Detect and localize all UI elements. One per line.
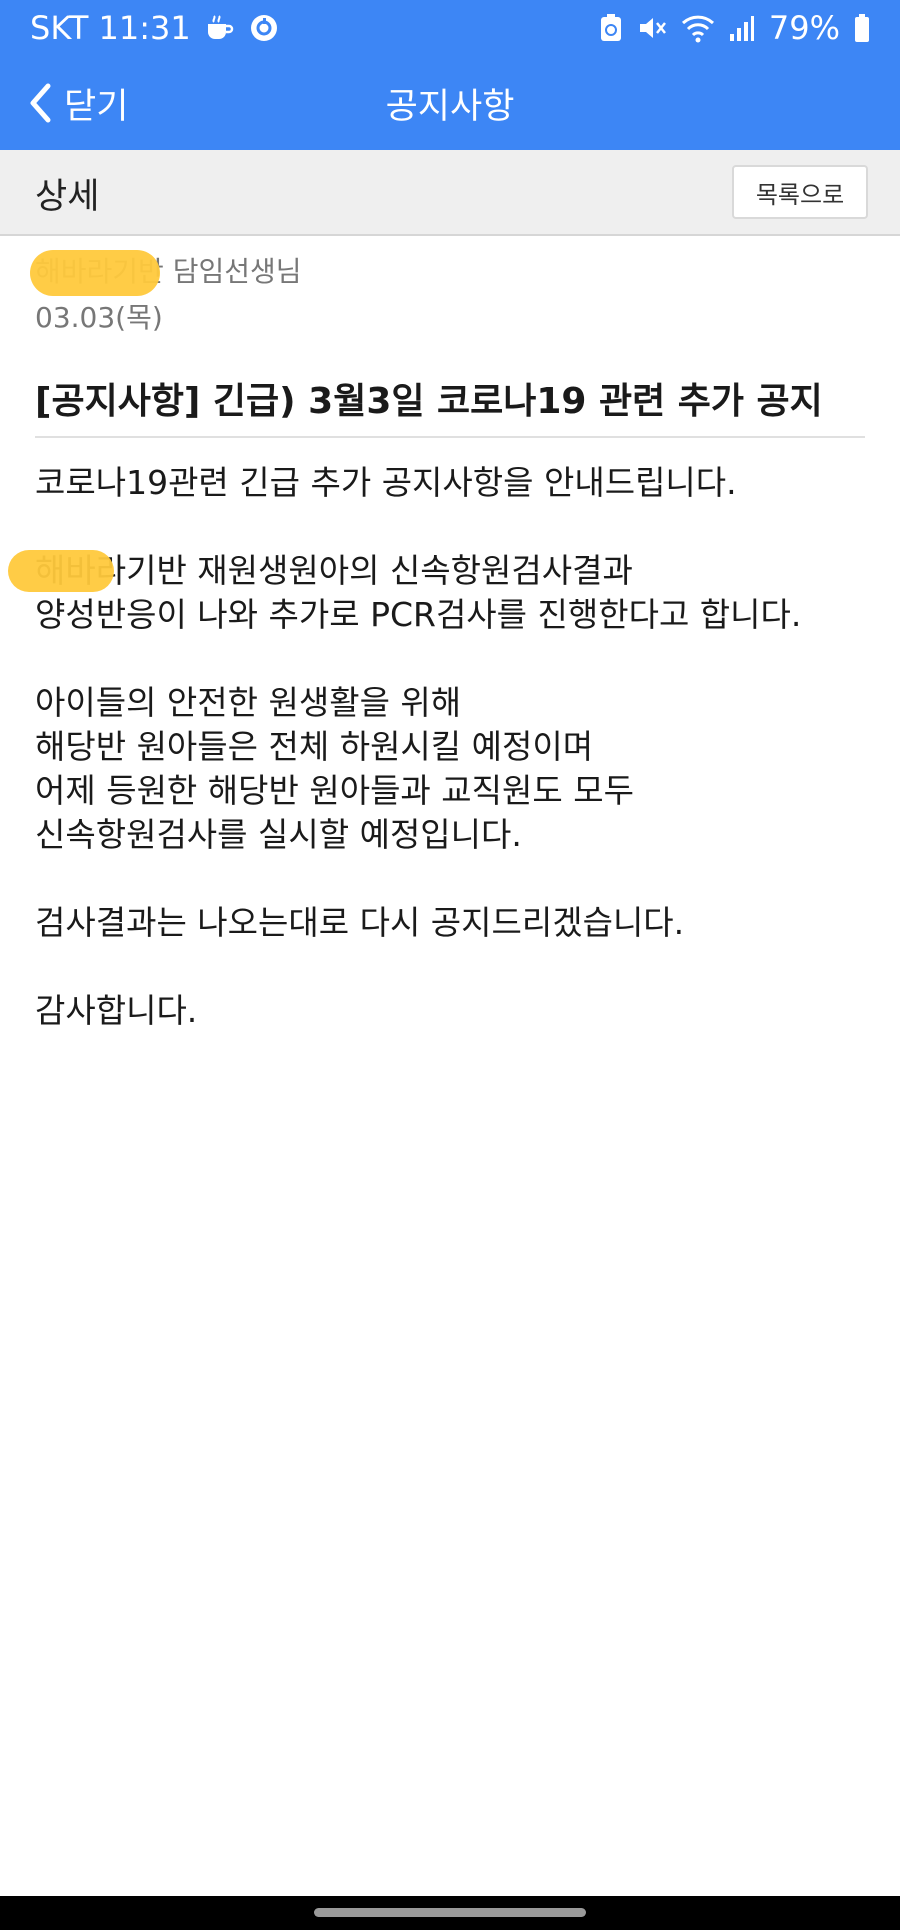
post-body: 코로나19관련 긴급 추가 공지사항을 안내드립니다. 해바라기반 재원생원아의 … (35, 461, 865, 1033)
coffee-cup-icon (205, 14, 235, 42)
back-to-list-button[interactable]: 목록으로 (732, 165, 868, 219)
app-bar: 닫기 공지사항 (0, 56, 900, 150)
status-bar: SKT 11:31 79% (0, 0, 900, 56)
body-line: 검사결과는 나오는대로 다시 공지드리겠습니다. (35, 903, 685, 942)
home-gesture-bar[interactable] (314, 1908, 586, 1917)
redaction-mark (30, 250, 160, 296)
post-title: [공지사항] 긴급) 3월3일 코로나19 관련 추가 공지 (35, 381, 823, 422)
body-line: 신속항원검사를 실시할 예정입니다. (35, 815, 522, 854)
battery-percent: 79% (768, 9, 840, 47)
redaction-mark (8, 550, 114, 592)
system-nav-bar (0, 1896, 900, 1930)
body-line: 코로나19관련 긴급 추가 공지사항을 안내드립니다. (35, 463, 737, 502)
body-line: 아이들의 안전한 원생활을 위해 (35, 683, 462, 722)
page-title: 공지사항 (385, 86, 515, 127)
body-line: 감사합니다. (35, 991, 198, 1030)
title-divider (35, 436, 865, 438)
body-line: 해당반 원아들은 전체 하원시킬 예정이며 (35, 727, 594, 766)
mute-icon (637, 13, 667, 43)
close-label: 닫기 (64, 86, 129, 127)
wifi-icon (681, 13, 715, 43)
battery-icon (854, 13, 870, 43)
carrier-time: SKT 11:31 (30, 9, 191, 47)
post-date: 03.03(목) (35, 301, 163, 334)
body-line: 해바라기반 재원생원아의 신속항원검사결과 (35, 551, 633, 590)
chevron-left-icon (28, 83, 52, 123)
recycle-battery-icon (599, 13, 623, 43)
body-line: 양성반응이 나와 추가로 PCR검사를 진행한다고 합니다. (35, 595, 802, 634)
detail-title: 상세 (35, 176, 100, 217)
signal-icon (729, 14, 755, 42)
sync-circle-icon (249, 13, 279, 43)
body-line: 어제 등원한 해당반 원아들과 교직원도 모두 (35, 771, 634, 810)
detail-header: 상세 목록으로 (0, 150, 900, 236)
close-button[interactable]: 닫기 (28, 56, 128, 150)
